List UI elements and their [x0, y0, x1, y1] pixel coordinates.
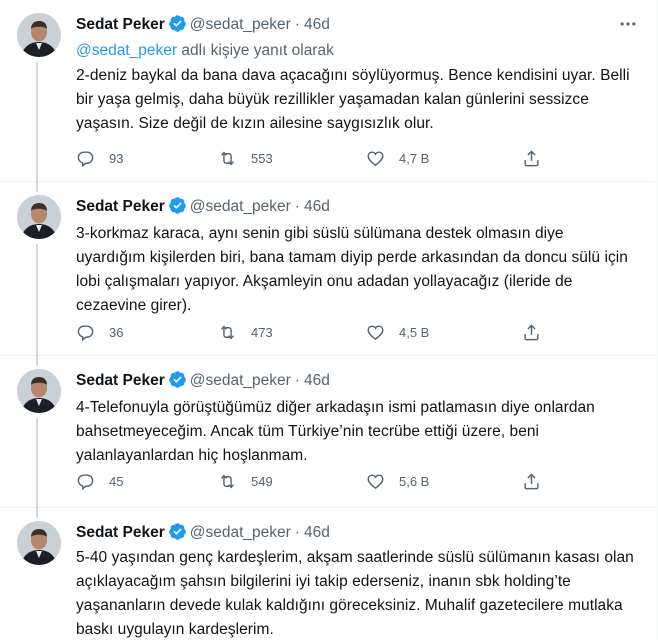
retweet-count: 473: [251, 324, 273, 340]
avatar[interactable]: [17, 369, 61, 413]
thread-connector: [36, 418, 38, 508]
verified-badge-icon: [168, 197, 186, 214]
user-handle[interactable]: @sedat_peker: [190, 372, 291, 389]
tweet[interactable]: Sedat Peker @sedat_peker · 46d 4-Telefonuyl…: [0, 355, 654, 508]
heart-icon: [367, 473, 384, 489]
user-name[interactable]: Sedat Peker: [76, 524, 165, 541]
reply-icon: [77, 473, 94, 490]
verified-badge-icon: [168, 15, 186, 32]
tweet-actions: 36 473 4,5 B: [76, 321, 546, 343]
reply-to-label: adlı kişiye yanıt olarak: [177, 42, 334, 59]
user-name[interactable]: Sedat Peker: [76, 16, 165, 33]
user-handle[interactable]: @sedat_peker: [190, 16, 291, 33]
timestamp[interactable]: 46d: [304, 524, 330, 541]
like-count: 4,5 B: [399, 324, 430, 340]
share-button[interactable]: [522, 470, 541, 492]
heart-icon: [367, 324, 384, 340]
like-count: 5,6 B: [399, 473, 430, 489]
reply-button[interactable]: 36: [76, 321, 123, 343]
tweet-text: 2-deniz baykal da bana dava açacağını sö…: [76, 67, 630, 132]
timestamp[interactable]: 46d: [304, 372, 330, 389]
retweet-icon: [221, 324, 234, 340]
retweet-icon: [221, 473, 234, 489]
thread-timeline: Sedat Peker @sedat_peker · 46d @sedat_peker…: [0, 0, 658, 640]
avatar[interactable]: [17, 521, 61, 565]
tweet-actions: 93 553 4,7 B: [76, 147, 546, 169]
tweet-text: 3-korkmaz karaca, aynı senin gibi süslü …: [76, 225, 628, 314]
thread-connector: [36, 507, 38, 518]
tweet-header: Sedat Peker @sedat_peker · 46d: [76, 370, 330, 390]
reply-button[interactable]: 93: [76, 147, 123, 169]
reply-count: 45: [109, 473, 124, 489]
tweet[interactable]: Sedat Peker @sedat_peker · 46d 3-korkmaz ka…: [0, 181, 654, 356]
separator: ·: [294, 198, 300, 215]
user-name[interactable]: Sedat Peker: [76, 198, 165, 215]
tweet-text: 5-40 yaşından genç kardeşlerim, akşam sa…: [76, 549, 634, 638]
thread-connector: [36, 244, 38, 356]
tweet-header: Sedat Peker @sedat_peker · 46d: [76, 14, 330, 34]
more-icon[interactable]: [618, 14, 638, 34]
user-name[interactable]: Sedat Peker: [76, 372, 165, 389]
tweet[interactable]: Sedat Peker @sedat_peker · 46d @sedat_peker…: [0, 0, 654, 182]
separator: ·: [294, 16, 300, 33]
verified-badge-icon: [168, 371, 186, 388]
verified-badge-icon: [168, 523, 186, 540]
share-button[interactable]: [522, 321, 541, 343]
separator: ·: [294, 524, 300, 541]
like-button[interactable]: 4,5 B: [366, 321, 429, 343]
reply-count: 36: [109, 324, 124, 340]
like-button[interactable]: 5,6 B: [366, 470, 429, 492]
thread-connector: [36, 355, 38, 366]
heart-icon: [367, 150, 384, 166]
share-icon: [524, 323, 539, 340]
avatar[interactable]: [17, 195, 61, 239]
reply-icon: [77, 324, 94, 341]
like-button[interactable]: 4,7 B: [366, 147, 429, 169]
retweet-button[interactable]: 549: [218, 470, 273, 492]
tweet[interactable]: Sedat Peker @sedat_peker · 46d 5-40 yaşında…: [0, 507, 654, 640]
reply-mention-link[interactable]: @sedat_peker: [76, 42, 177, 59]
timestamp[interactable]: 46d: [304, 198, 330, 215]
thread-connector: [36, 62, 38, 182]
share-icon: [524, 149, 539, 166]
tweet-text: 4-Telefonuyla görüştüğümüz diğer arkadaş…: [76, 399, 595, 464]
thread-connector: [36, 181, 38, 192]
share-icon: [524, 472, 539, 489]
tweet-header: Sedat Peker @sedat_peker · 46d: [76, 196, 330, 216]
retweet-button[interactable]: 473: [218, 321, 273, 343]
retweet-button[interactable]: 553: [218, 147, 273, 169]
reply-count: 93: [109, 150, 124, 166]
share-button[interactable]: [522, 147, 541, 169]
retweet-count: 549: [251, 473, 273, 489]
replying-to: @sedat_peker adlı kişiye yanıt olarak: [76, 41, 334, 61]
reply-button[interactable]: 45: [76, 470, 123, 492]
retweet-icon: [221, 150, 234, 166]
separator: ·: [294, 372, 300, 389]
user-handle[interactable]: @sedat_peker: [190, 198, 291, 215]
retweet-count: 553: [251, 150, 273, 166]
avatar[interactable]: [17, 13, 61, 57]
tweet-header: Sedat Peker @sedat_peker · 46d: [76, 522, 330, 542]
like-count: 4,7 B: [399, 150, 430, 166]
tweet-actions: 45 549 5,6 B: [76, 470, 546, 492]
timestamp[interactable]: 46d: [304, 16, 330, 33]
reply-icon: [77, 150, 94, 167]
user-handle[interactable]: @sedat_peker: [190, 524, 291, 541]
